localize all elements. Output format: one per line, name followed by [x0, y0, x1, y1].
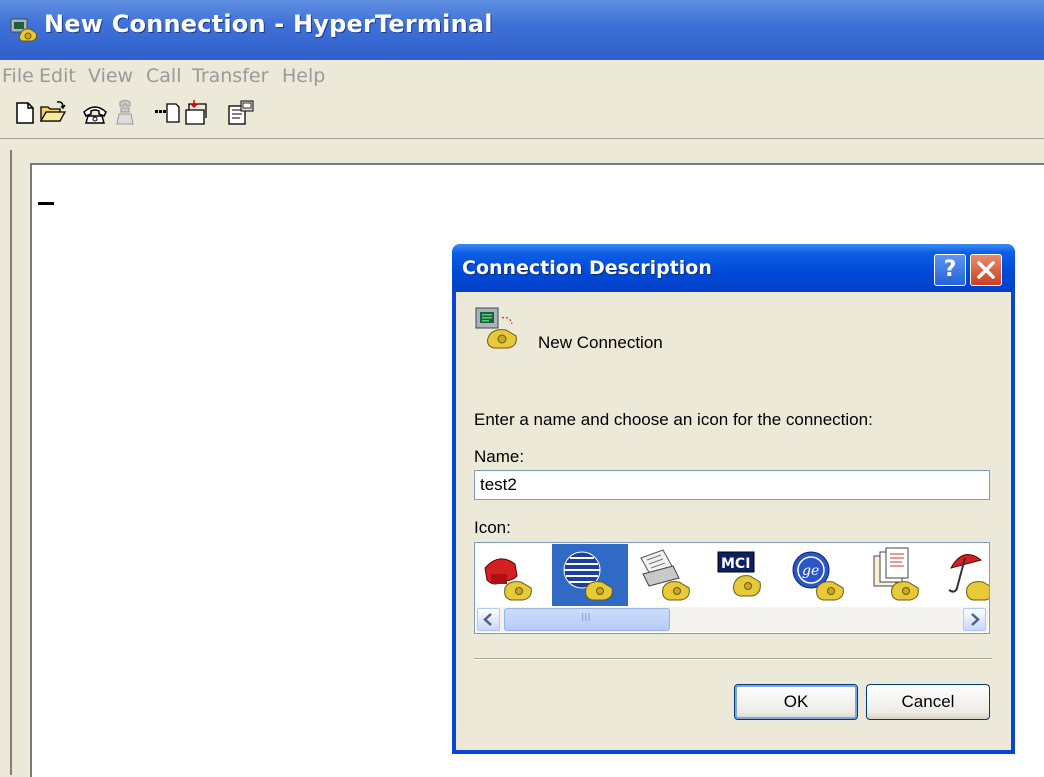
cancel-button[interactable]: Cancel	[866, 684, 990, 720]
connection-icon	[472, 304, 520, 352]
disconnect-icon[interactable]	[110, 98, 140, 128]
connection-name: New Connection	[538, 333, 663, 352]
fax-phone-icon[interactable]	[629, 544, 705, 606]
properties-icon[interactable]	[226, 98, 256, 128]
send-icon[interactable]	[152, 98, 182, 128]
scroll-left-button[interactable]	[477, 608, 500, 631]
svg-text:ge: ge	[802, 563, 819, 579]
new-icon[interactable]	[10, 98, 40, 128]
scroll-thumb-grip: III	[581, 611, 591, 624]
menu-edit[interactable]: Edit	[39, 65, 76, 87]
red-phone-icon[interactable]	[475, 544, 551, 606]
menu-view[interactable]: View	[88, 65, 133, 87]
scroll-right-button[interactable]	[963, 608, 986, 631]
svg-text:MCI: MCI	[721, 556, 750, 572]
name-label: Name:	[474, 447, 525, 466]
window-title: New Connection - HyperTerminal	[44, 10, 493, 38]
window-titlebar[interactable]: New Connection - HyperTerminal	[0, 0, 1044, 60]
horizontal-scrollbar[interactable]: III	[476, 607, 988, 632]
call-icon[interactable]	[80, 98, 110, 128]
document-phone-icon[interactable]	[860, 544, 936, 606]
scroll-thumb[interactable]: III	[504, 608, 670, 631]
chevron-left-icon	[483, 613, 492, 626]
icon-list[interactable]: MCI ge III	[474, 542, 990, 634]
mci-phone-icon[interactable]: MCI	[706, 544, 782, 606]
dialog-title: Connection Description	[462, 257, 712, 279]
close-button[interactable]	[970, 254, 1002, 286]
menu-help[interactable]: Help	[282, 65, 325, 87]
name-input[interactable]	[474, 470, 990, 500]
help-button[interactable]: ?	[934, 254, 966, 286]
ok-button[interactable]: OK	[734, 684, 858, 720]
dialog-body: New Connection Enter a name and choose a…	[456, 292, 1011, 750]
icon-label: Icon:	[474, 518, 511, 537]
menu-transfer[interactable]: Transfer	[192, 65, 268, 87]
window-left-border	[10, 150, 12, 775]
open-icon[interactable]	[38, 98, 68, 128]
menu-file[interactable]: File	[2, 65, 34, 87]
close-icon	[977, 261, 995, 279]
ge-phone-icon[interactable]: ge	[783, 544, 859, 606]
instruction-text: Enter a name and choose an icon for the …	[474, 410, 873, 429]
hyperterminal-icon	[8, 13, 40, 45]
receive-icon[interactable]	[182, 98, 212, 128]
separator	[474, 658, 992, 660]
dialog-titlebar[interactable]: Connection Description ?	[452, 244, 1015, 292]
terminal-cursor	[38, 202, 54, 205]
chevron-right-icon	[971, 613, 980, 626]
toolbar	[0, 90, 1044, 139]
connection-description-dialog: Connection Description ? New Connection …	[452, 244, 1015, 754]
menu-bar: File Edit View Call Transfer Help	[0, 60, 1044, 90]
umbrella-phone-icon[interactable]	[937, 544, 989, 606]
globe-phone-icon[interactable]	[552, 544, 628, 606]
menu-call[interactable]: Call	[146, 65, 181, 87]
